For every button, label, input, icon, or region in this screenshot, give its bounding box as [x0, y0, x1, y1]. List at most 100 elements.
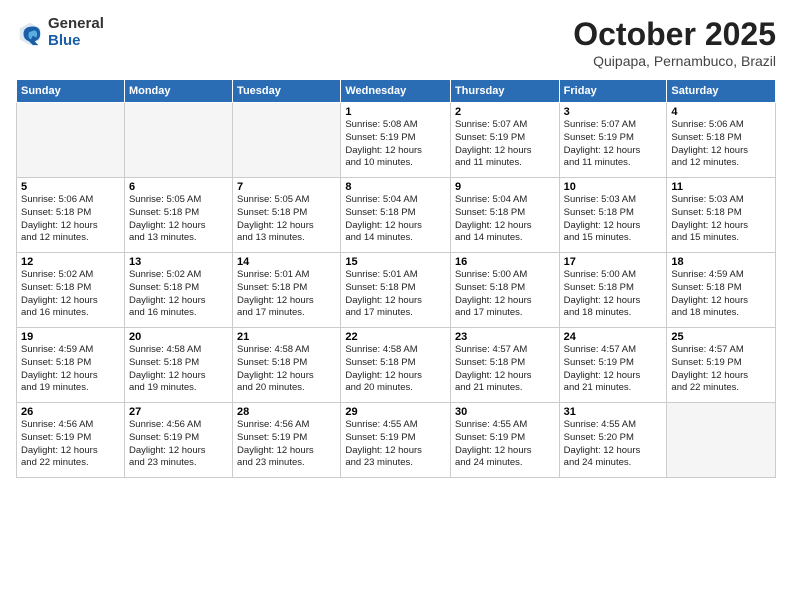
calendar-cell: 7Sunrise: 5:05 AM Sunset: 5:18 PM Daylig… [233, 178, 341, 253]
calendar-cell: 9Sunrise: 5:04 AM Sunset: 5:18 PM Daylig… [450, 178, 559, 253]
title-block: October 2025 Quipapa, Pernambuco, Brazil [573, 16, 776, 69]
day-info: Sunrise: 4:57 AM Sunset: 5:19 PM Dayligh… [671, 344, 771, 395]
calendar-cell: 4Sunrise: 5:06 AM Sunset: 5:18 PM Daylig… [667, 103, 776, 178]
day-number: 26 [21, 406, 120, 418]
day-number: 24 [564, 331, 663, 343]
day-number: 20 [129, 331, 228, 343]
calendar-header-saturday: Saturday [667, 80, 776, 103]
day-number: 27 [129, 406, 228, 418]
day-info: Sunrise: 5:00 AM Sunset: 5:18 PM Dayligh… [564, 269, 663, 320]
calendar-cell: 23Sunrise: 4:57 AM Sunset: 5:18 PM Dayli… [450, 328, 559, 403]
calendar-cell [233, 103, 341, 178]
calendar-cell: 22Sunrise: 4:58 AM Sunset: 5:18 PM Dayli… [341, 328, 451, 403]
day-number: 6 [129, 181, 228, 193]
day-number: 28 [237, 406, 336, 418]
calendar-cell: 19Sunrise: 4:59 AM Sunset: 5:18 PM Dayli… [17, 328, 125, 403]
calendar-cell: 8Sunrise: 5:04 AM Sunset: 5:18 PM Daylig… [341, 178, 451, 253]
calendar-cell: 18Sunrise: 4:59 AM Sunset: 5:18 PM Dayli… [667, 253, 776, 328]
day-info: Sunrise: 4:59 AM Sunset: 5:18 PM Dayligh… [671, 269, 771, 320]
day-info: Sunrise: 5:04 AM Sunset: 5:18 PM Dayligh… [455, 194, 555, 245]
day-info: Sunrise: 5:05 AM Sunset: 5:18 PM Dayligh… [129, 194, 228, 245]
calendar-header-friday: Friday [559, 80, 667, 103]
logo-general: General [48, 16, 104, 33]
day-number: 16 [455, 256, 555, 268]
calendar-week-5: 26Sunrise: 4:56 AM Sunset: 5:19 PM Dayli… [17, 403, 776, 478]
day-number: 10 [564, 181, 663, 193]
day-number: 3 [564, 106, 663, 118]
calendar-cell: 16Sunrise: 5:00 AM Sunset: 5:18 PM Dayli… [450, 253, 559, 328]
day-info: Sunrise: 4:57 AM Sunset: 5:18 PM Dayligh… [455, 344, 555, 395]
calendar-cell: 20Sunrise: 4:58 AM Sunset: 5:18 PM Dayli… [124, 328, 232, 403]
day-info: Sunrise: 4:55 AM Sunset: 5:19 PM Dayligh… [345, 419, 446, 470]
day-number: 14 [237, 256, 336, 268]
day-info: Sunrise: 4:58 AM Sunset: 5:18 PM Dayligh… [345, 344, 446, 395]
day-number: 9 [455, 181, 555, 193]
day-info: Sunrise: 5:03 AM Sunset: 5:18 PM Dayligh… [671, 194, 771, 245]
day-info: Sunrise: 5:01 AM Sunset: 5:18 PM Dayligh… [345, 269, 446, 320]
calendar-cell: 24Sunrise: 4:57 AM Sunset: 5:19 PM Dayli… [559, 328, 667, 403]
calendar-cell: 25Sunrise: 4:57 AM Sunset: 5:19 PM Dayli… [667, 328, 776, 403]
calendar-title: October 2025 [573, 16, 776, 53]
calendar-cell: 26Sunrise: 4:56 AM Sunset: 5:19 PM Dayli… [17, 403, 125, 478]
calendar-week-3: 12Sunrise: 5:02 AM Sunset: 5:18 PM Dayli… [17, 253, 776, 328]
calendar-cell: 31Sunrise: 4:55 AM Sunset: 5:20 PM Dayli… [559, 403, 667, 478]
day-number: 8 [345, 181, 446, 193]
calendar-header-row: SundayMondayTuesdayWednesdayThursdayFrid… [17, 80, 776, 103]
day-info: Sunrise: 5:03 AM Sunset: 5:18 PM Dayligh… [564, 194, 663, 245]
day-number: 15 [345, 256, 446, 268]
day-info: Sunrise: 4:59 AM Sunset: 5:18 PM Dayligh… [21, 344, 120, 395]
day-number: 21 [237, 331, 336, 343]
calendar-header-monday: Monday [124, 80, 232, 103]
calendar-week-2: 5Sunrise: 5:06 AM Sunset: 5:18 PM Daylig… [17, 178, 776, 253]
calendar-cell: 11Sunrise: 5:03 AM Sunset: 5:18 PM Dayli… [667, 178, 776, 253]
calendar-header-sunday: Sunday [17, 80, 125, 103]
calendar-cell: 2Sunrise: 5:07 AM Sunset: 5:19 PM Daylig… [450, 103, 559, 178]
day-number: 18 [671, 256, 771, 268]
day-info: Sunrise: 4:58 AM Sunset: 5:18 PM Dayligh… [237, 344, 336, 395]
day-number: 25 [671, 331, 771, 343]
calendar-cell: 21Sunrise: 4:58 AM Sunset: 5:18 PM Dayli… [233, 328, 341, 403]
calendar-cell: 30Sunrise: 4:55 AM Sunset: 5:19 PM Dayli… [450, 403, 559, 478]
day-info: Sunrise: 4:57 AM Sunset: 5:19 PM Dayligh… [564, 344, 663, 395]
day-number: 30 [455, 406, 555, 418]
day-number: 19 [21, 331, 120, 343]
day-info: Sunrise: 5:06 AM Sunset: 5:18 PM Dayligh… [671, 119, 771, 170]
day-info: Sunrise: 5:08 AM Sunset: 5:19 PM Dayligh… [345, 119, 446, 170]
day-number: 31 [564, 406, 663, 418]
day-number: 13 [129, 256, 228, 268]
day-number: 4 [671, 106, 771, 118]
day-number: 1 [345, 106, 446, 118]
day-info: Sunrise: 5:02 AM Sunset: 5:18 PM Dayligh… [21, 269, 120, 320]
day-number: 23 [455, 331, 555, 343]
day-number: 17 [564, 256, 663, 268]
calendar-cell: 13Sunrise: 5:02 AM Sunset: 5:18 PM Dayli… [124, 253, 232, 328]
calendar-cell [17, 103, 125, 178]
logo-text: General Blue [48, 16, 104, 49]
page: General Blue October 2025 Quipapa, Perna… [0, 0, 792, 612]
calendar-header-thursday: Thursday [450, 80, 559, 103]
day-number: 11 [671, 181, 771, 193]
calendar-cell: 15Sunrise: 5:01 AM Sunset: 5:18 PM Dayli… [341, 253, 451, 328]
day-number: 7 [237, 181, 336, 193]
day-info: Sunrise: 4:55 AM Sunset: 5:19 PM Dayligh… [455, 419, 555, 470]
calendar-cell [667, 403, 776, 478]
calendar-cell: 17Sunrise: 5:00 AM Sunset: 5:18 PM Dayli… [559, 253, 667, 328]
day-info: Sunrise: 4:55 AM Sunset: 5:20 PM Dayligh… [564, 419, 663, 470]
calendar-cell: 29Sunrise: 4:55 AM Sunset: 5:19 PM Dayli… [341, 403, 451, 478]
day-info: Sunrise: 5:04 AM Sunset: 5:18 PM Dayligh… [345, 194, 446, 245]
day-number: 2 [455, 106, 555, 118]
day-number: 22 [345, 331, 446, 343]
calendar-cell: 28Sunrise: 4:56 AM Sunset: 5:19 PM Dayli… [233, 403, 341, 478]
logo-icon [16, 19, 44, 47]
calendar-header-wednesday: Wednesday [341, 80, 451, 103]
day-number: 5 [21, 181, 120, 193]
calendar-week-1: 1Sunrise: 5:08 AM Sunset: 5:19 PM Daylig… [17, 103, 776, 178]
logo: General Blue [16, 16, 104, 49]
day-info: Sunrise: 4:56 AM Sunset: 5:19 PM Dayligh… [21, 419, 120, 470]
day-info: Sunrise: 5:00 AM Sunset: 5:18 PM Dayligh… [455, 269, 555, 320]
calendar-cell: 14Sunrise: 5:01 AM Sunset: 5:18 PM Dayli… [233, 253, 341, 328]
day-number: 29 [345, 406, 446, 418]
calendar-cell: 27Sunrise: 4:56 AM Sunset: 5:19 PM Dayli… [124, 403, 232, 478]
day-info: Sunrise: 5:01 AM Sunset: 5:18 PM Dayligh… [237, 269, 336, 320]
day-info: Sunrise: 5:06 AM Sunset: 5:18 PM Dayligh… [21, 194, 120, 245]
